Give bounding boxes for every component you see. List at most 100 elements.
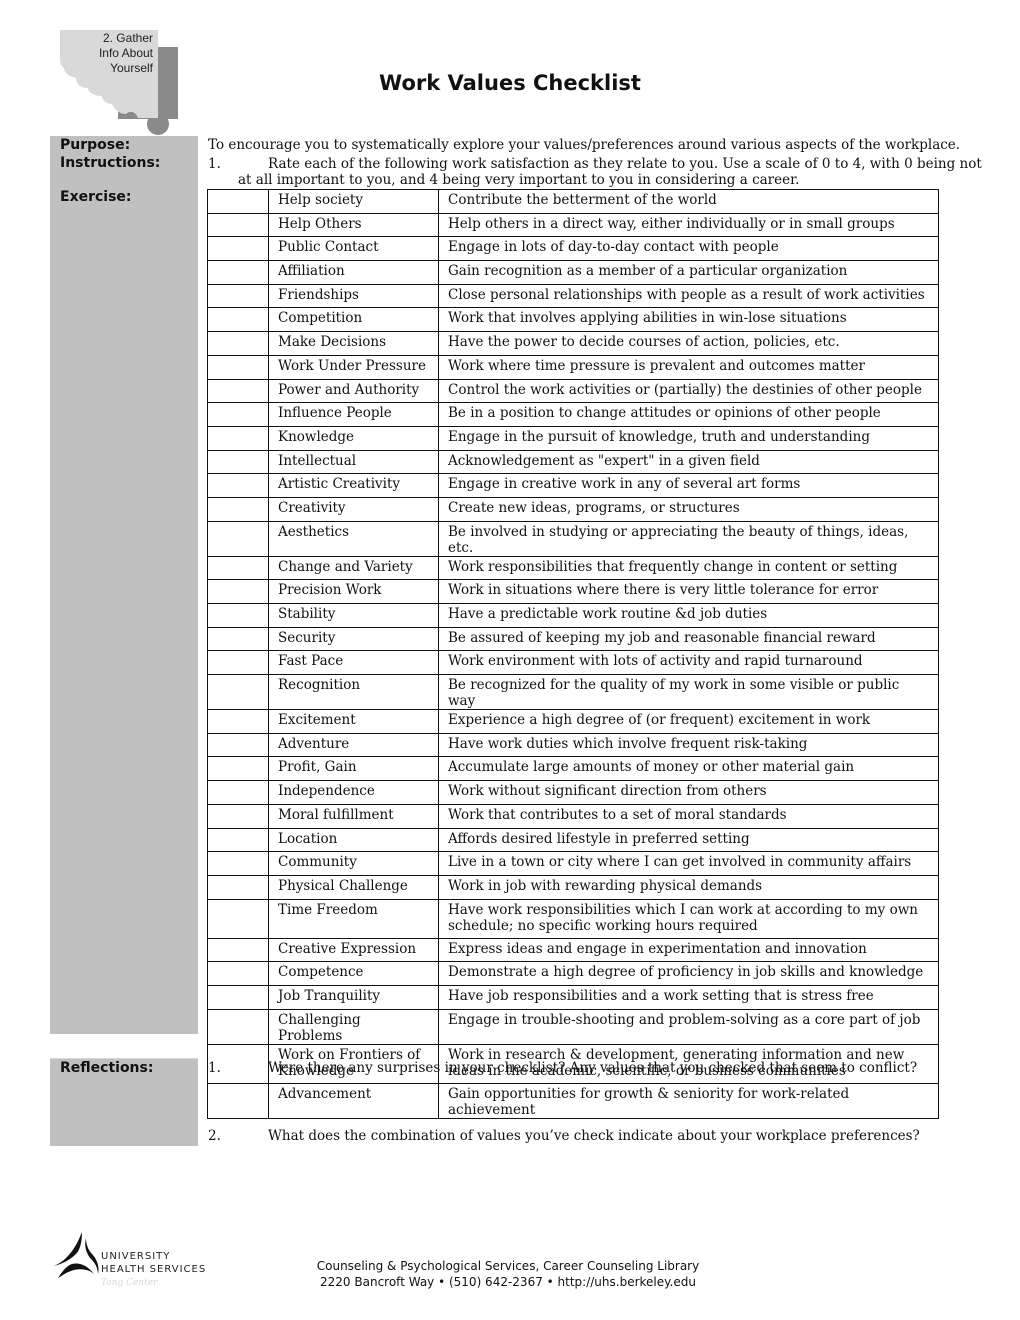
value-description: Work environment with lots of activity a… xyxy=(438,650,939,676)
value-row: Challenging Problems Engage in trouble-sh… xyxy=(207,1008,939,1045)
value-description: Be assured of keeping my job and reasona… xyxy=(438,626,939,652)
rating-cell[interactable] xyxy=(207,378,269,404)
value-name: Excitement xyxy=(268,709,439,734)
value-description: Engage in creative work in any of severa… xyxy=(438,473,939,498)
rating-cell[interactable] xyxy=(207,898,269,939)
value-name: Artistic Creativity xyxy=(268,473,439,498)
rating-cell[interactable] xyxy=(207,520,269,557)
value-description: Have a predictable work routine &d job d… xyxy=(438,603,939,628)
value-row: Stability Have a predictable work routine… xyxy=(207,603,939,628)
rating-cell[interactable] xyxy=(207,1082,269,1119)
rating-cell[interactable] xyxy=(207,603,269,628)
value-name: Intellectual xyxy=(268,449,439,475)
rating-cell[interactable] xyxy=(207,496,269,522)
value-name: Power and Authority xyxy=(268,378,439,404)
instructions-number: 1. xyxy=(208,156,221,172)
value-name: Location xyxy=(268,827,439,853)
rating-cell[interactable] xyxy=(207,579,269,604)
value-row: Knowledge Engage in the pursuit of knowle… xyxy=(207,425,939,451)
rating-cell[interactable] xyxy=(207,402,269,427)
value-description: Engage in the pursuit of knowledge, trut… xyxy=(438,425,939,451)
value-row: Profit, Gain Accumulate large amounts of … xyxy=(207,756,939,782)
value-description: Acknowledgement as "expert" in a given f… xyxy=(438,449,939,475)
value-description: Work where time pressure is prevalent an… xyxy=(438,354,939,380)
rating-cell[interactable] xyxy=(207,354,269,380)
reflection-1-number: 1. xyxy=(208,1060,221,1076)
value-name: Profit, Gain xyxy=(268,756,439,782)
value-description: Create new ideas, programs, or structure… xyxy=(438,496,939,522)
value-row: Help Others Help others in a direct way, … xyxy=(207,212,939,238)
value-description: Work that contributes to a set of moral … xyxy=(438,803,939,829)
rating-cell[interactable] xyxy=(207,425,269,451)
rating-cell[interactable] xyxy=(207,1008,269,1045)
instructions-line-2: at all important to you, and 4 being ver… xyxy=(238,172,800,188)
rating-cell[interactable] xyxy=(207,984,269,1010)
value-name: Competition xyxy=(268,307,439,333)
value-description: Engage in lots of day-to-day contact wit… xyxy=(438,236,939,262)
rating-cell[interactable] xyxy=(207,260,269,285)
instructions-line-1: Rate each of the following work satisfac… xyxy=(268,156,982,172)
rating-cell[interactable] xyxy=(207,626,269,652)
value-row: Advancement Gain opportunities for growth… xyxy=(207,1082,939,1119)
rating-cell[interactable] xyxy=(207,780,269,805)
label-column-top xyxy=(50,136,198,1034)
rating-cell[interactable] xyxy=(207,937,269,963)
value-name: Challenging Problems xyxy=(268,1008,439,1045)
value-name: Make Decisions xyxy=(268,331,439,356)
page-title: Work Values Checklist xyxy=(0,71,1020,95)
rating-cell[interactable] xyxy=(207,555,269,581)
value-description: Be involved in studying or appreciating … xyxy=(438,520,939,557)
rating-cell[interactable] xyxy=(207,827,269,853)
value-row: Intellectual Acknowledgement as "expert" … xyxy=(207,449,939,475)
rating-cell[interactable] xyxy=(207,331,269,356)
value-name: Adventure xyxy=(268,732,439,758)
value-name: Job Tranquility xyxy=(268,984,439,1010)
reflection-1-text: Were there any surprises in your checkli… xyxy=(268,1060,918,1076)
value-name: Creativity xyxy=(268,496,439,522)
value-name: Work Under Pressure xyxy=(268,354,439,380)
value-description: Accumulate large amounts of money or oth… xyxy=(438,756,939,782)
rating-cell[interactable] xyxy=(207,756,269,782)
value-name: Precision Work xyxy=(268,579,439,604)
value-row: Fast Pace Work environment with lots of a… xyxy=(207,650,939,676)
value-description: Work responsibilities that frequently ch… xyxy=(438,555,939,581)
value-description: Work in situations where there is very l… xyxy=(438,579,939,604)
value-row: Aesthetics Be involved in studying or app… xyxy=(207,520,939,557)
rating-cell[interactable] xyxy=(207,473,269,498)
rating-cell[interactable] xyxy=(207,236,269,262)
rating-cell[interactable] xyxy=(207,283,269,309)
rating-cell[interactable] xyxy=(207,650,269,676)
rating-cell[interactable] xyxy=(207,732,269,758)
rating-cell[interactable] xyxy=(207,709,269,734)
values-table-body: Help society Contribute the betterment of… xyxy=(207,189,939,1119)
value-name: Affiliation xyxy=(268,260,439,285)
value-row: Independence Work without significant dir… xyxy=(207,780,939,805)
rating-cell[interactable] xyxy=(207,189,269,214)
rating-cell[interactable] xyxy=(207,449,269,475)
value-row: Competition Work that involves applying a… xyxy=(207,307,939,333)
value-description: Control the work activities or (partiall… xyxy=(438,378,939,404)
rating-cell[interactable] xyxy=(207,212,269,238)
value-description: Have the power to decide courses of acti… xyxy=(438,331,939,356)
reflections-label: Reflections: xyxy=(60,1060,154,1076)
value-name: Creative Expression xyxy=(268,937,439,963)
value-name: Physical Challenge xyxy=(268,874,439,900)
rating-cell[interactable] xyxy=(207,307,269,333)
rating-cell[interactable] xyxy=(207,874,269,900)
value-description: Work in job with rewarding physical dema… xyxy=(438,874,939,900)
value-row: Power and Authority Control the work acti… xyxy=(207,378,939,404)
value-row: Affiliation Gain recognition as a member … xyxy=(207,260,939,285)
value-row: Make Decisions Have the power to decide c… xyxy=(207,331,939,356)
rating-cell[interactable] xyxy=(207,803,269,829)
value-row: Influence People Be in a position to chan… xyxy=(207,402,939,427)
value-description: Gain opportunities for growth & seniorit… xyxy=(438,1082,939,1119)
value-name: Time Freedom xyxy=(268,898,439,939)
rating-cell[interactable] xyxy=(207,674,269,711)
rating-cell[interactable] xyxy=(207,851,269,876)
value-description: Contribute the betterment of the world xyxy=(438,189,939,214)
value-row: Physical Challenge Work in job with rewar… xyxy=(207,874,939,900)
value-row: Change and Variety Work responsibilities … xyxy=(207,555,939,581)
value-name: Knowledge xyxy=(268,425,439,451)
rating-cell[interactable] xyxy=(207,961,269,986)
value-name: Recognition xyxy=(268,674,439,711)
